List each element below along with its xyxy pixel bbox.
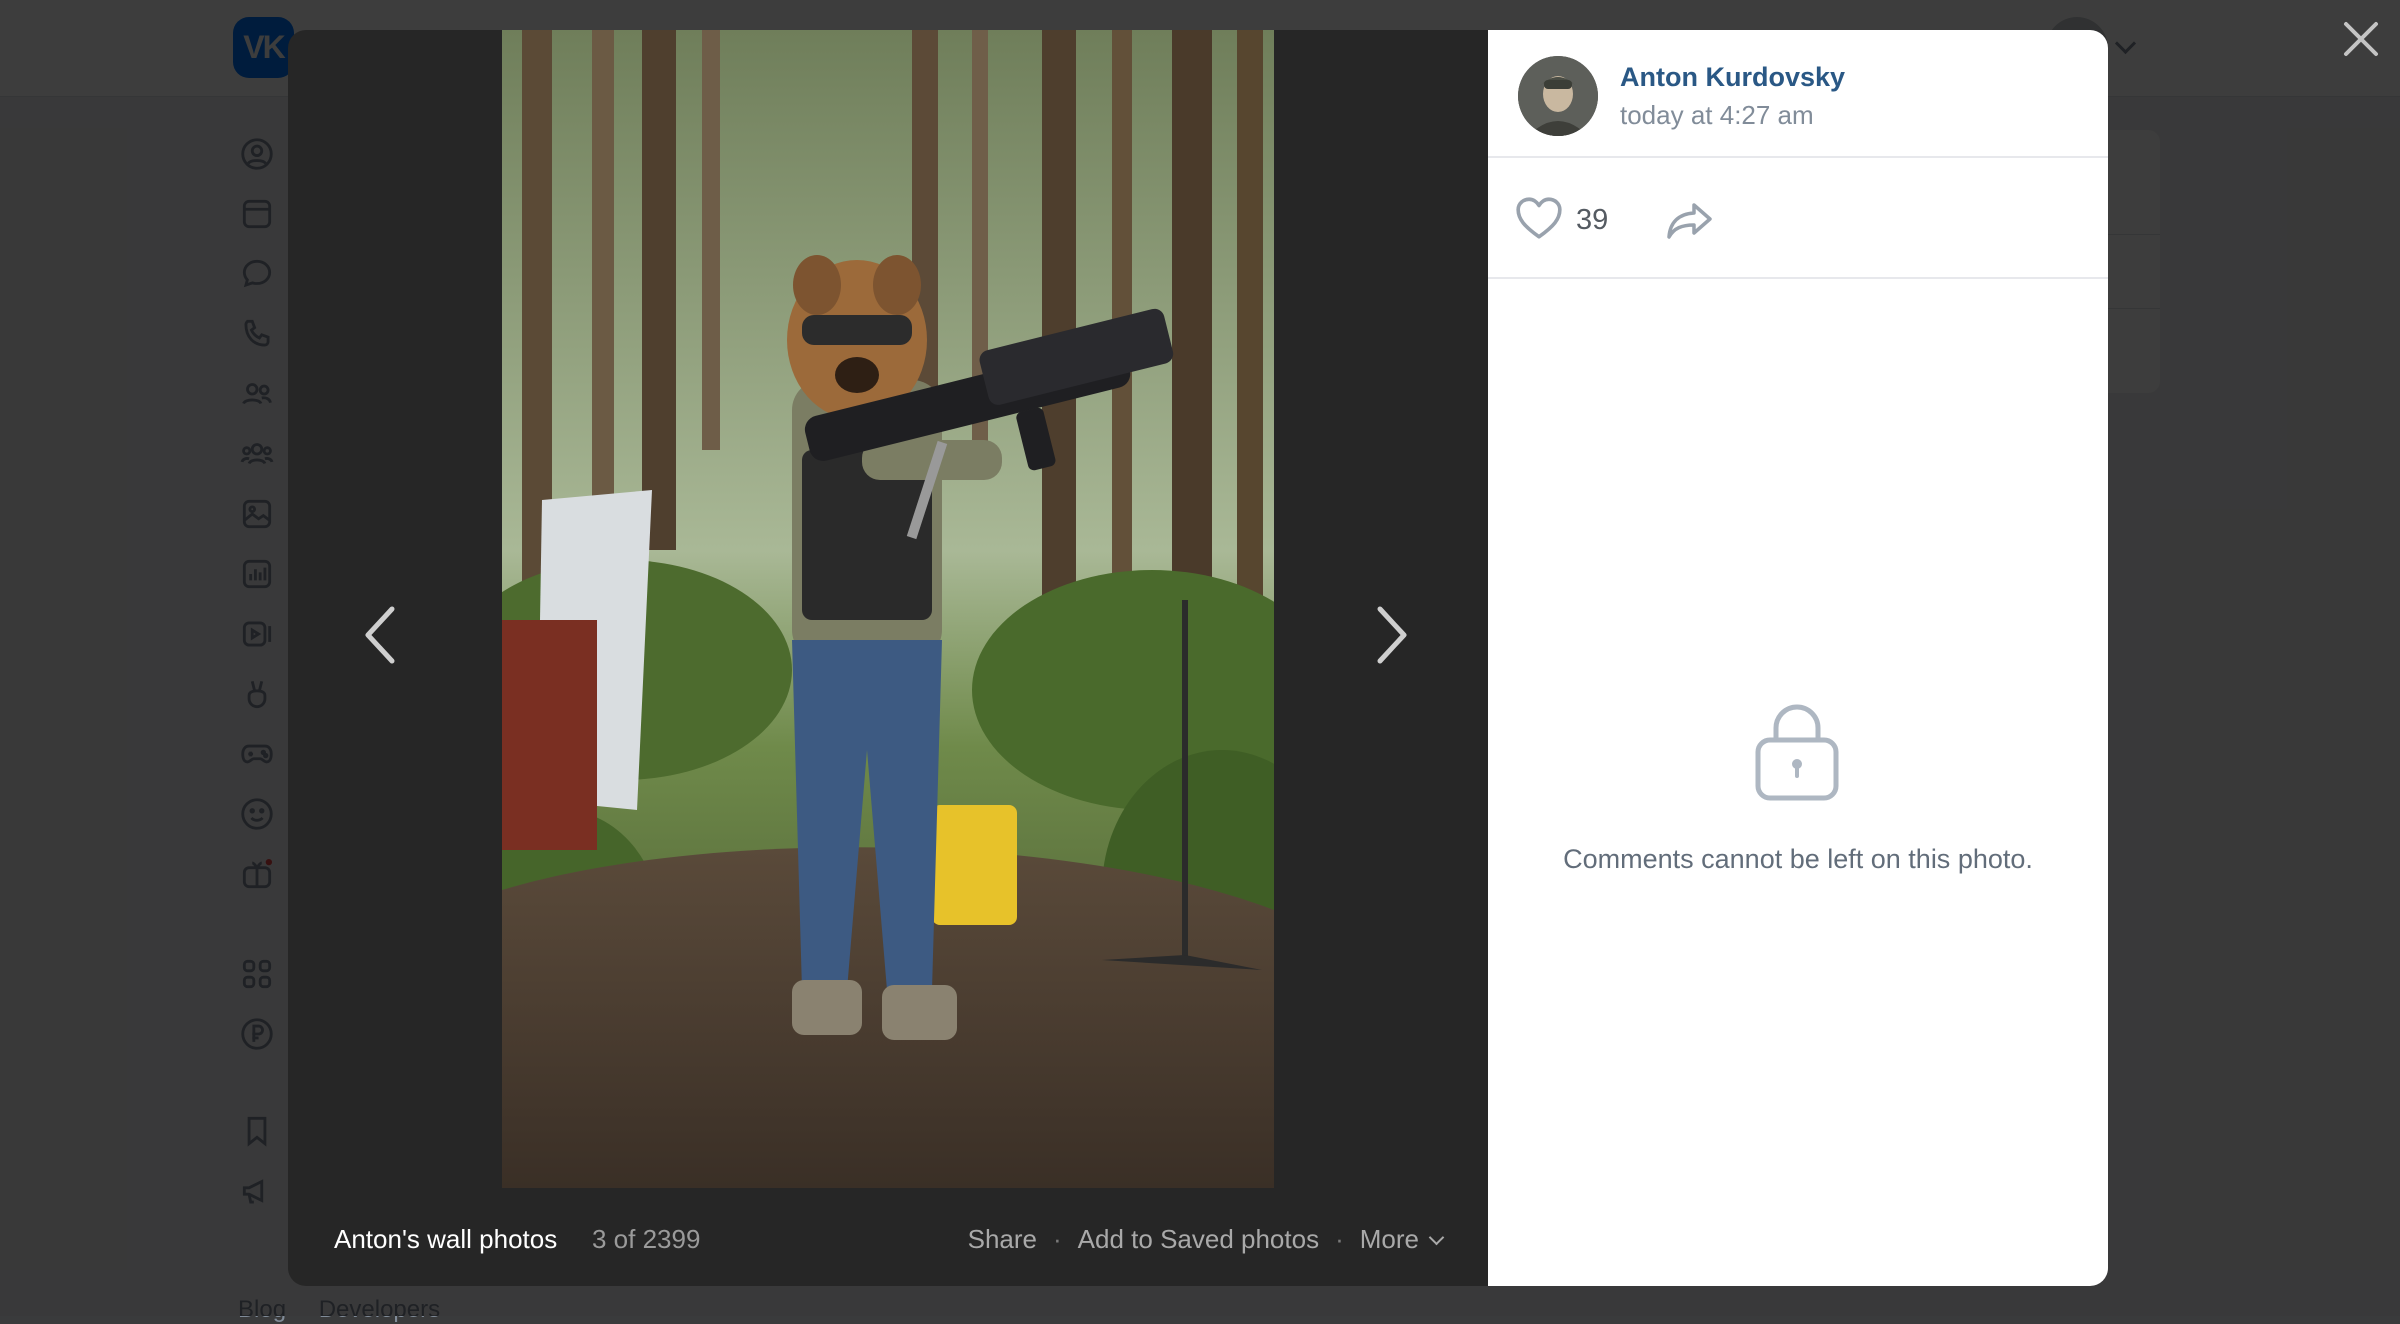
lock-icon: [1752, 698, 1842, 802]
author-block: Anton Kurdovsky today at 4:27 am: [1488, 30, 2108, 158]
author-avatar[interactable]: [1518, 56, 1598, 136]
post-time[interactable]: today at 4:27 am: [1620, 100, 1814, 131]
album-title[interactable]: Anton's wall photos: [334, 1224, 557, 1255]
more-dropdown[interactable]: More: [1359, 1224, 1445, 1255]
photo-info-panel: Anton Kurdovsky today at 4:27 am 39 Comm…: [1488, 30, 2108, 1286]
more-label: More: [1359, 1224, 1419, 1254]
chevron-down-icon: [1428, 1229, 1445, 1246]
reactions-bar: 39: [1488, 157, 2108, 279]
separator-dot: ·: [1053, 1224, 1062, 1254]
share-icon[interactable]: [1664, 197, 1716, 243]
author-name-link[interactable]: Anton Kurdovsky: [1620, 62, 1845, 93]
like-count: 39: [1576, 203, 1609, 236]
photo[interactable]: [502, 30, 1274, 1188]
share-link[interactable]: Share: [968, 1224, 1037, 1255]
photo-footer: Anton's wall photos 3 of 2399 Share · Ad…: [288, 1188, 1488, 1286]
photo-area: Anton's wall photos 3 of 2399 Share · Ad…: [288, 30, 1488, 1286]
photo-counter: 3 of 2399: [592, 1224, 701, 1254]
photo-viewer: Anton's wall photos 3 of 2399 Share · Ad…: [288, 30, 2108, 1286]
heart-icon: [1514, 195, 1564, 246]
like-button[interactable]: 39: [1514, 195, 1609, 246]
photo-actions: Share · Add to Saved photos · More: [968, 1224, 1445, 1255]
comments-disabled-note: Comments cannot be left on this photo.: [1563, 844, 2033, 874]
previous-photo-arrow-icon[interactable]: [350, 585, 410, 685]
next-photo-arrow-icon[interactable]: [1362, 585, 1422, 685]
separator-dot: ·: [1335, 1224, 1344, 1254]
close-icon[interactable]: [2338, 16, 2384, 62]
add-to-saved-link[interactable]: Add to Saved photos: [1078, 1224, 1319, 1255]
